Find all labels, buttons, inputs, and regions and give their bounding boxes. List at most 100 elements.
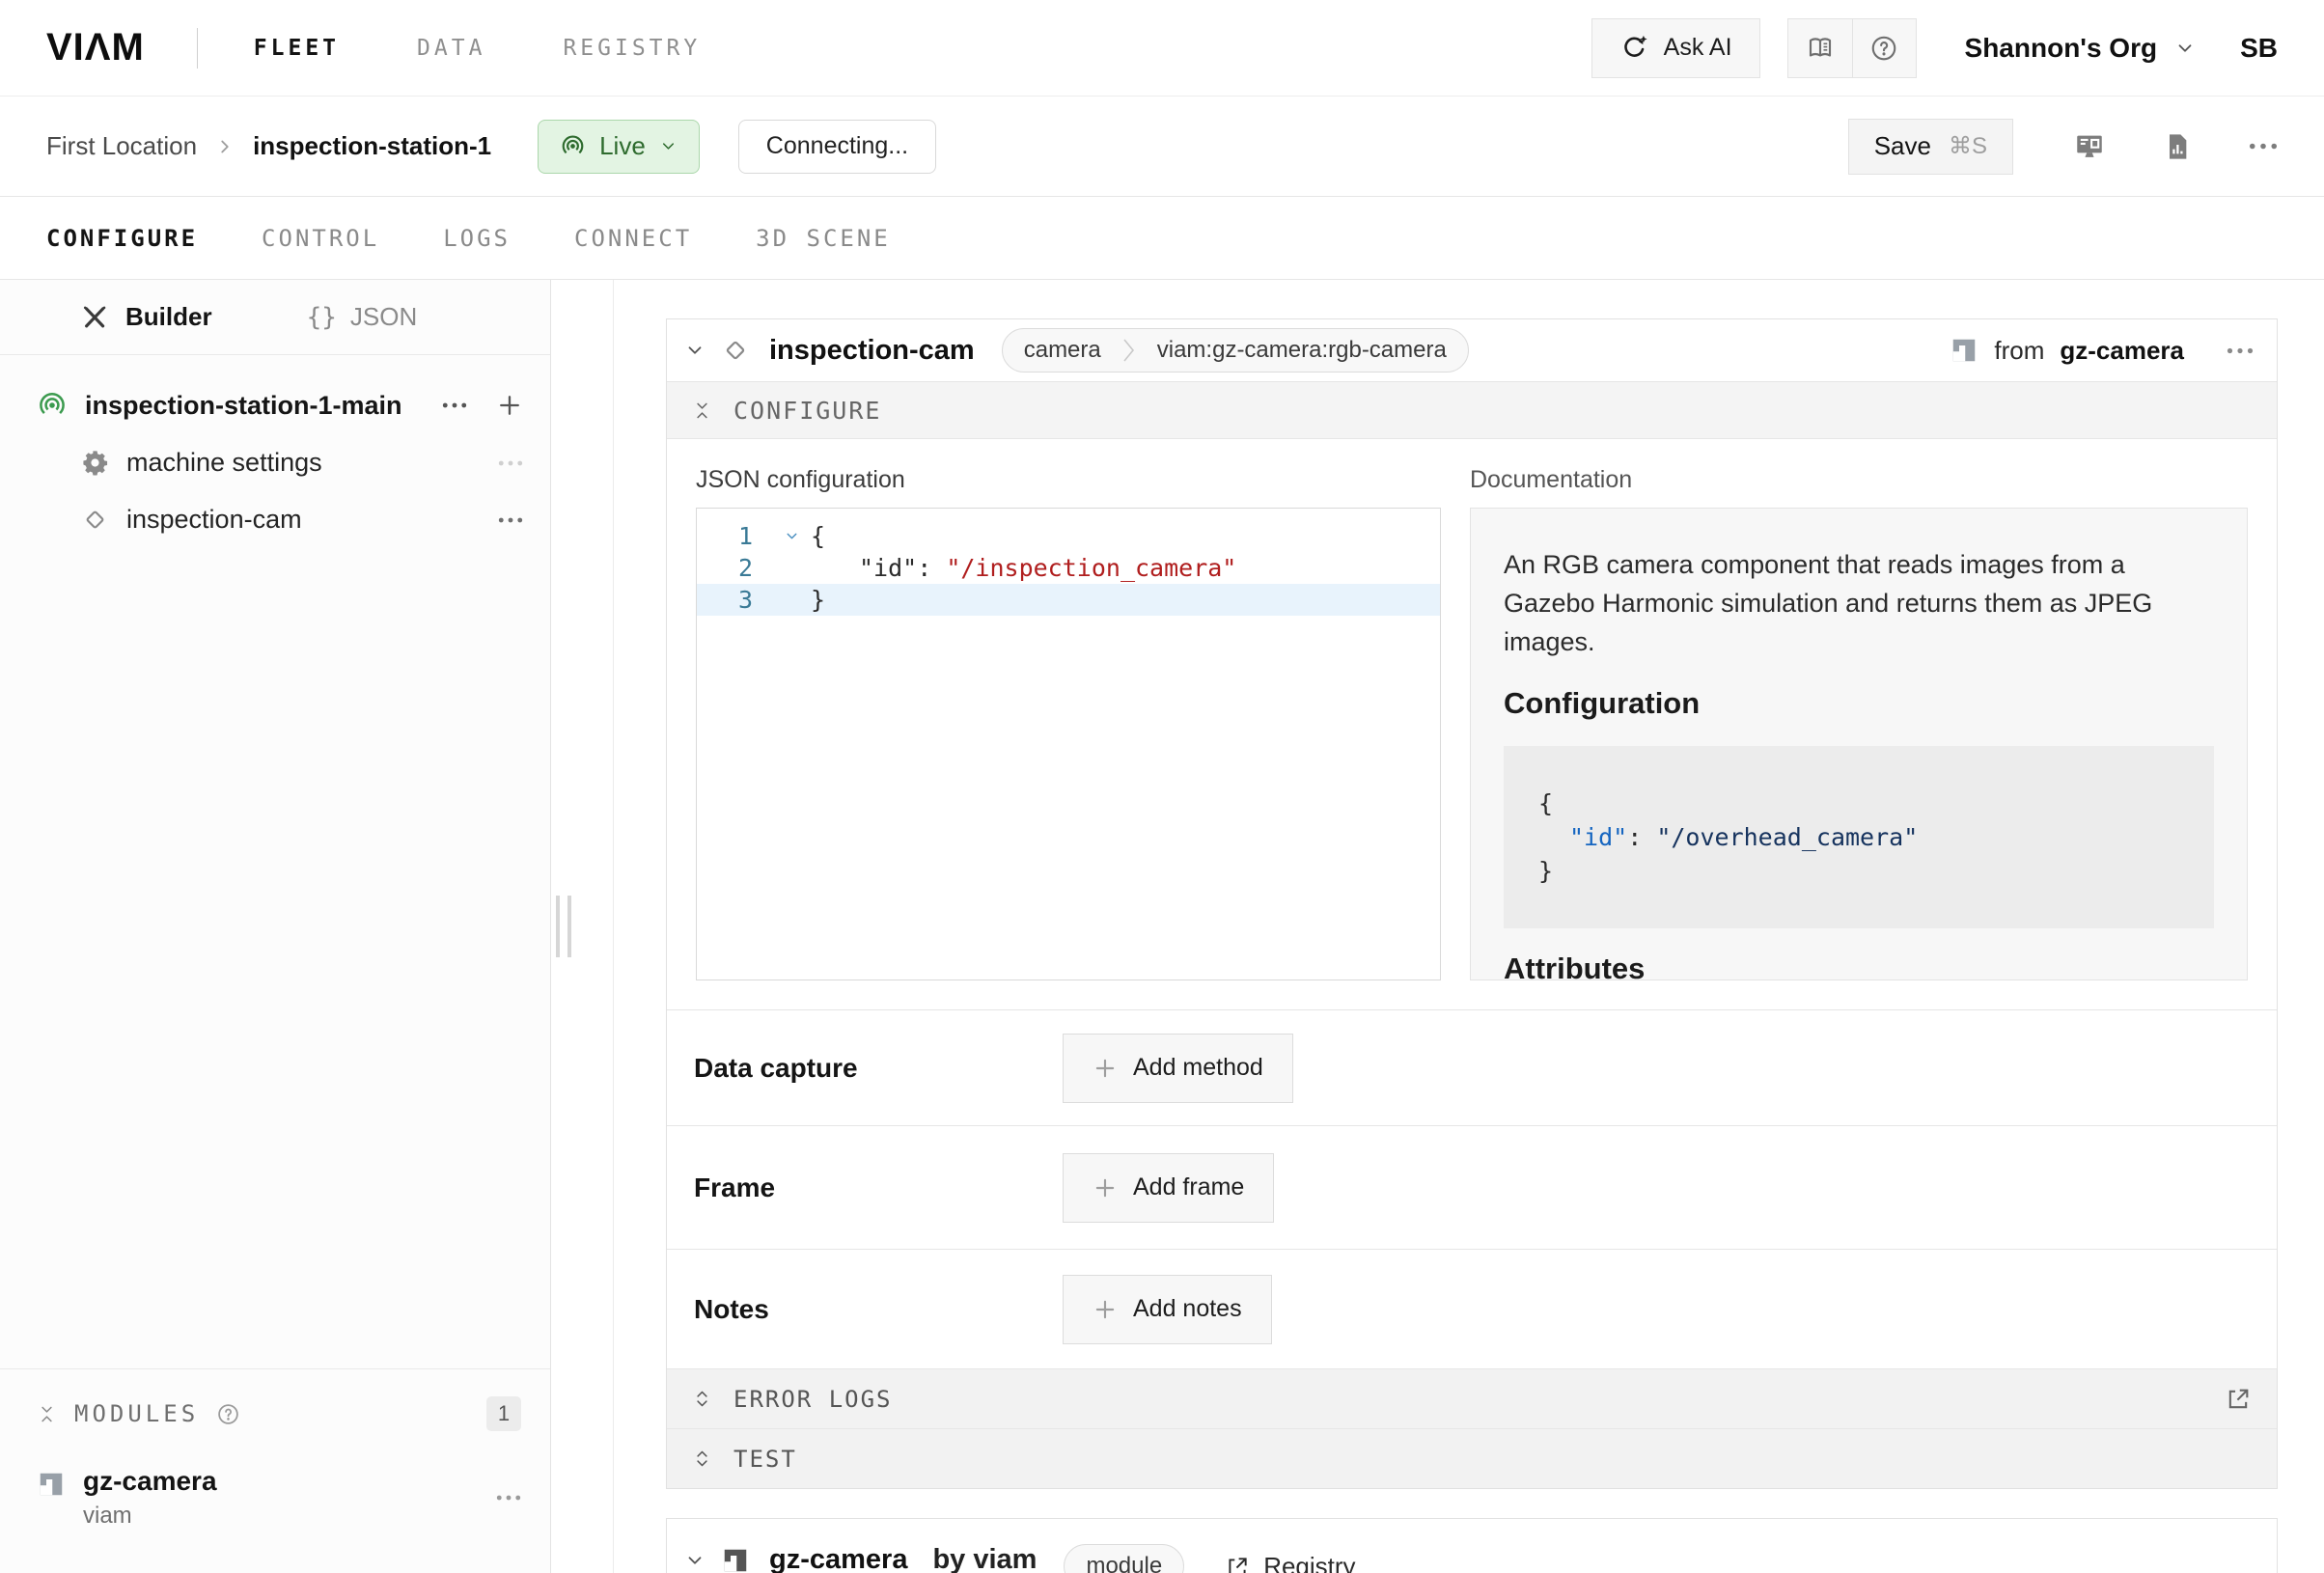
diamond-component-icon	[721, 336, 750, 365]
component-tree: inspection-station-1-main machine settin…	[0, 355, 550, 1368]
module-card-name: gz-camera	[769, 1544, 907, 1573]
tab-control[interactable]: CONTROL	[262, 225, 379, 252]
chevron-down-icon[interactable]	[684, 1550, 706, 1571]
tab-logs[interactable]: LOGS	[443, 225, 511, 252]
test-label: TEST	[733, 1446, 797, 1473]
breadcrumb-machine-name: inspection-station-1	[253, 131, 491, 161]
help-icon-group	[1787, 18, 1917, 78]
builder-tools-icon	[81, 304, 108, 331]
fold-chevron-icon[interactable]	[772, 520, 811, 552]
report-document-icon[interactable]	[2162, 131, 2193, 162]
json-label: JSON	[350, 302, 417, 332]
line-number: 1	[697, 520, 772, 552]
broadcast-icon	[560, 133, 586, 159]
org-switcher[interactable]: Shannon's Org	[1965, 33, 2197, 64]
tree-item-machine-part[interactable]: inspection-station-1-main	[37, 390, 523, 421]
json-config-editor[interactable]: 1{ 2"id": "/inspection_camera" 3}	[696, 508, 1441, 980]
tab-configure[interactable]: CONFIGURE	[46, 225, 198, 252]
primary-nav: FLEET DATA REGISTRY	[254, 36, 701, 61]
config-sidebar: Builder {} JSON inspection-station-1-mai…	[0, 280, 551, 1573]
external-link-icon	[1225, 1555, 1250, 1573]
modules-count-badge: 1	[486, 1396, 521, 1431]
breadcrumb-location[interactable]: First Location	[46, 131, 197, 161]
documentation-panel[interactable]: An RGB camera component that reads image…	[1470, 508, 2248, 980]
json-config-label: JSON configuration	[696, 466, 1441, 494]
module-tag: module	[1064, 1544, 1184, 1573]
save-label: Save	[1874, 131, 1931, 161]
avatar[interactable]: SB	[2240, 33, 2278, 64]
add-notes-button[interactable]: Add notes	[1063, 1275, 1272, 1344]
inspection-cam-menu[interactable]	[498, 516, 523, 524]
component-model: viam:gz-camera:rgb-camera	[1136, 329, 1468, 372]
module-icon	[37, 1470, 66, 1499]
save-button[interactable]: Save ⌘S	[1848, 119, 2013, 175]
component-name: inspection-cam	[769, 335, 975, 367]
gear-icon	[81, 449, 109, 477]
notes-section: Notes Add notes	[667, 1249, 2277, 1368]
sparkle-refresh-icon	[1619, 33, 1649, 63]
module-card-byline: by viam	[932, 1544, 1037, 1573]
open-external-icon[interactable]	[2225, 1386, 2252, 1413]
module-card-header: gz-camera by viam module Registry	[667, 1519, 2277, 1573]
error-logs-section-header[interactable]: ERROR LOGS	[667, 1368, 2277, 1428]
configure-section-label: CONFIGURE	[733, 397, 881, 425]
nav-tab-data[interactable]: DATA	[417, 36, 485, 61]
tab-3d-scene[interactable]: 3D SCENE	[756, 225, 891, 252]
monitor-icon[interactable]	[2073, 130, 2106, 163]
plus-icon	[1093, 1297, 1118, 1322]
tree-item-inspection-cam[interactable]: inspection-cam	[37, 505, 523, 535]
editor-line: 2"id": "/inspection_camera"	[697, 552, 1440, 584]
collapse-icon	[692, 400, 712, 421]
pane-resize-handle[interactable]	[556, 896, 571, 957]
module-menu[interactable]	[496, 1494, 521, 1502]
attributes-heading: Attributes	[1504, 952, 2214, 980]
help-icon[interactable]	[216, 1402, 240, 1426]
breadcrumb-chevron-icon	[214, 136, 235, 157]
modules-title: MODULES	[74, 1400, 199, 1427]
frame-label: Frame	[694, 1173, 1063, 1203]
component-overflow-menu[interactable]	[2227, 346, 2254, 355]
ask-ai-button[interactable]: Ask AI	[1591, 18, 1760, 78]
modules-header[interactable]: MODULES 1	[37, 1396, 521, 1431]
configuration-heading: Configuration	[1504, 686, 2214, 721]
json-mode-toggle[interactable]: {} JSON	[307, 302, 418, 332]
error-logs-label: ERROR LOGS	[733, 1386, 893, 1413]
add-frame-button[interactable]: Add frame	[1063, 1153, 1274, 1223]
nav-divider	[197, 28, 198, 69]
chevron-down-icon[interactable]	[684, 340, 706, 361]
expand-icon	[692, 1389, 712, 1409]
tree-item-label: inspection-cam	[126, 505, 302, 535]
nav-tab-registry[interactable]: REGISTRY	[563, 36, 701, 61]
add-method-button[interactable]: Add method	[1063, 1034, 1293, 1103]
nav-tab-fleet[interactable]: FLEET	[254, 36, 340, 61]
plus-icon	[1093, 1175, 1118, 1200]
chevron-down-icon	[659, 137, 678, 155]
viam-app: VIΛM FLEET DATA REGISTRY Ask AI Shannon'…	[0, 0, 2324, 1573]
module-icon	[1950, 336, 1978, 365]
module-name: gz-camera	[83, 1466, 217, 1497]
add-component-button[interactable]	[496, 392, 523, 419]
module-card-gz-camera: gz-camera by viam module Registry	[666, 1518, 2278, 1573]
machine-part-menu[interactable]	[442, 401, 467, 409]
help-icon[interactable]	[1852, 19, 1916, 77]
module-list-item[interactable]: gz-camera viam	[37, 1466, 521, 1530]
builder-mode-toggle[interactable]: Builder	[81, 302, 212, 332]
collapse-icon	[37, 1404, 57, 1424]
machine-overflow-menu[interactable]	[2249, 142, 2278, 151]
machine-bar: First Location inspection-station-1 Live…	[0, 97, 2324, 196]
connecting-button[interactable]: Connecting...	[738, 120, 936, 174]
machine-settings-menu[interactable]	[498, 459, 523, 467]
plus-icon	[1093, 1056, 1118, 1081]
config-main-panel: inspection-cam camera viam:gz-camera:rgb…	[614, 280, 2324, 1573]
test-section-header[interactable]: TEST	[667, 1428, 2277, 1488]
docs-book-icon[interactable]	[1788, 19, 1852, 77]
tab-connect[interactable]: CONNECT	[574, 225, 692, 252]
from-module-link[interactable]: gz-camera	[2060, 336, 2184, 366]
expand-icon	[692, 1449, 712, 1469]
configure-section-header[interactable]: CONFIGURE	[667, 381, 2277, 439]
modules-section: MODULES 1 gz-camera viam	[0, 1368, 550, 1573]
registry-link[interactable]: Registry	[1225, 1552, 1355, 1573]
machine-status-dropdown[interactable]: Live	[538, 120, 700, 174]
tree-item-machine-settings[interactable]: machine settings	[37, 448, 523, 478]
viam-logo[interactable]: VIΛM	[46, 26, 145, 69]
